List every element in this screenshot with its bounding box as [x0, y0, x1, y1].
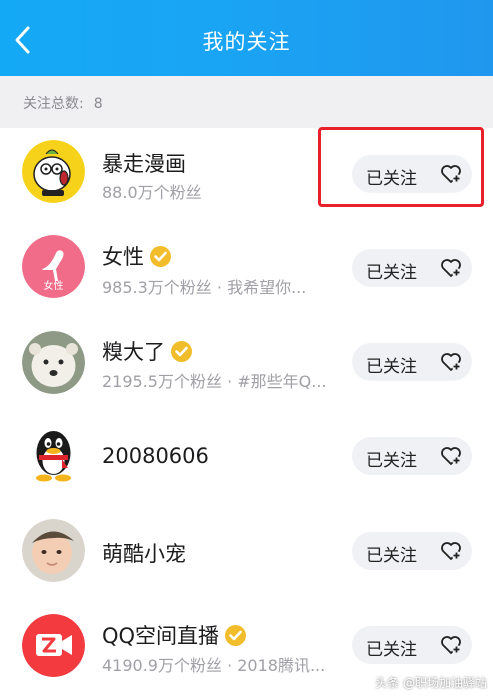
list-item[interactable]: 糗大了 2195.5万个粉丝 · #那些年Q... 已关注: [0, 314, 493, 406]
item-name[interactable]: 女性: [102, 241, 171, 271]
follow-label: 已关注: [366, 169, 417, 189]
heart-plus-icon: [441, 447, 461, 465]
page-title: 我的关注: [202, 30, 291, 54]
follow-button[interactable]: 已关注: [352, 249, 472, 287]
item-name[interactable]: 暴走漫画: [102, 148, 186, 178]
follow-button[interactable]: 已关注: [352, 343, 472, 381]
follow-label: 已关注: [366, 263, 417, 283]
list-item[interactable]: 女性 女性 985.3万个粉丝 · 我希望你... 已关注: [0, 221, 493, 313]
watermark: 头条 @职场加油驿站: [375, 676, 487, 690]
heart-plus-icon: [441, 636, 461, 654]
item-name[interactable]: 20080606: [102, 444, 209, 468]
item-name[interactable]: 萌酷小宠: [102, 538, 186, 568]
follow-label: 已关注: [366, 546, 417, 566]
list-item[interactable]: 萌酷小宠 已关注: [0, 503, 493, 595]
follow-label: 已关注: [366, 357, 417, 377]
qq-penguin-avatar: [22, 423, 85, 486]
item-desc: 88.0万个粉丝: [102, 183, 202, 202]
avatar-text: 女性: [44, 279, 64, 292]
list-item[interactable]: 暴走漫画 88.0万个粉丝 已关注: [0, 128, 493, 220]
verified-badge-icon: [150, 246, 171, 267]
verified-badge-icon: [225, 625, 247, 646]
item-name-text: QQ空间直播: [102, 624, 220, 648]
polar-bear-avatar: [22, 331, 85, 394]
verified-badge-icon: [171, 341, 192, 362]
header-bar: 我的关注: [0, 0, 493, 76]
qzone-live-avatar: [22, 614, 85, 677]
baozou-avatar: [22, 140, 85, 203]
follow-button[interactable]: 已关注: [352, 437, 472, 475]
follow-button[interactable]: 已关注: [352, 155, 472, 193]
item-name[interactable]: 糗大了: [102, 336, 192, 366]
list-item[interactable]: 20080606 已关注: [0, 409, 493, 501]
nvxing-avatar: 女性: [22, 235, 85, 298]
item-desc: 985.3万个粉丝 · 我希望你...: [102, 278, 307, 297]
summary-count: 8: [93, 96, 103, 112]
heart-plus-icon: [441, 165, 461, 183]
follow-summary: 关注总数: 8: [0, 76, 493, 128]
heart-plus-icon: [441, 259, 461, 277]
summary-label: 关注总数:: [23, 96, 84, 112]
item-name-text: 女性: [102, 245, 144, 269]
follow-label: 已关注: [366, 451, 417, 471]
baby-avatar: [22, 519, 85, 582]
item-name-text: 糗大了: [102, 340, 165, 364]
heart-plus-icon: [441, 353, 461, 371]
follow-button[interactable]: 已关注: [352, 626, 472, 664]
item-desc: 2195.5万个粉丝 · #那些年Q...: [102, 372, 327, 391]
heart-plus-icon: [441, 542, 461, 560]
follow-button[interactable]: 已关注: [352, 532, 472, 570]
follow-label: 已关注: [366, 640, 417, 660]
item-desc: 4190.9万个粉丝 · 2018腾讯...: [102, 656, 326, 675]
item-name[interactable]: QQ空间直播: [102, 620, 247, 650]
